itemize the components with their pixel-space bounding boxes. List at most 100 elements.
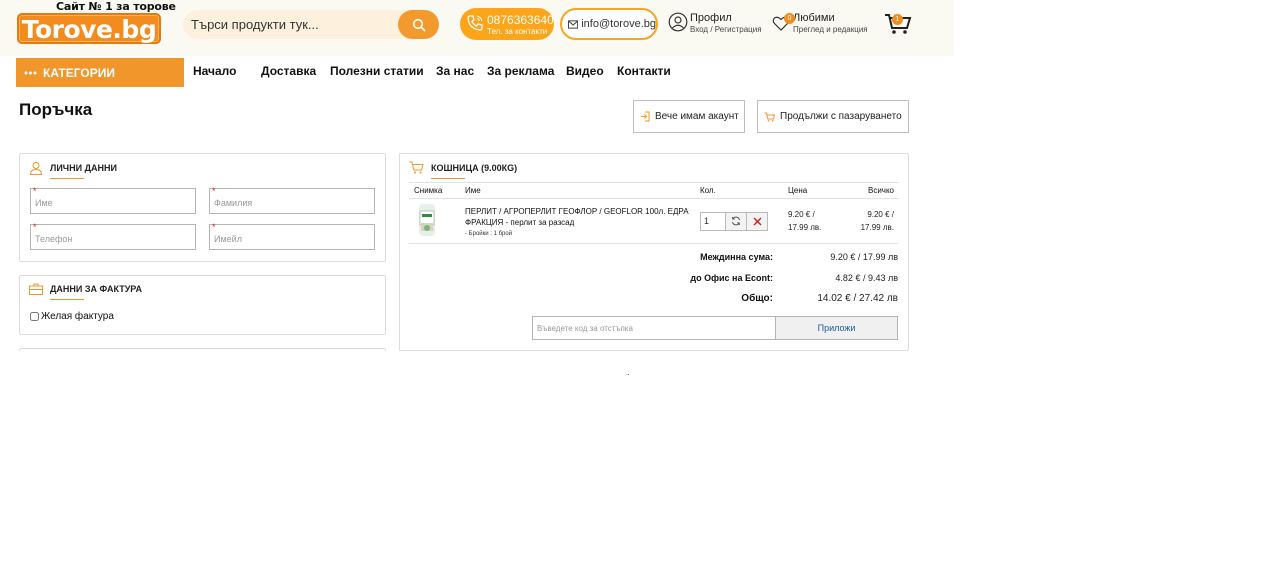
subtotal-row: Междинна сума: 9.20 € / 17.99 лв xyxy=(573,252,898,262)
profile-link[interactable]: Профил Вход / Регистрация xyxy=(668,12,762,40)
coupon-form: Приложи xyxy=(532,316,898,340)
mail-icon xyxy=(568,19,579,29)
nav-link-articles[interactable]: Полезни статии xyxy=(330,64,424,78)
price-line-2: 17.99 лв. xyxy=(788,223,822,232)
quantity-input[interactable] xyxy=(700,211,726,231)
categories-button[interactable]: КАТЕГОРИИ xyxy=(16,58,184,87)
nav-link-ads[interactable]: За реклама xyxy=(487,64,554,78)
cart-table: Снимка Име Кол. Цена Всичко ПЕРЛИТ / АГР… xyxy=(409,182,899,244)
cart-header: КОШНИЦА (9.00КG) xyxy=(409,161,518,179)
phone-input[interactable] xyxy=(31,225,195,249)
invoice-title: ДАННИ ЗА ФАКТУРА xyxy=(50,284,142,300)
first-name-input[interactable] xyxy=(31,189,195,213)
site-logo[interactable]: Сайт № 1 за торове Torove.bg xyxy=(16,0,176,46)
product-image-cell xyxy=(409,198,460,244)
shipping-row: до Офис на Econt: 4.82 € / 9.43 лв xyxy=(573,273,898,283)
profile-subtitle: Вход / Регистрация xyxy=(690,25,762,34)
checkout-page: Сайт № 1 за торове Torove.bg 0876363640 … xyxy=(0,0,1270,578)
cart-outline-icon xyxy=(409,161,424,174)
invoice-header: ДАННИ ЗА ФАКТУРА xyxy=(29,283,142,300)
invoice-checkbox-row[interactable]: Желая фактура xyxy=(30,311,114,322)
email-contact[interactable]: info@torove.bg xyxy=(560,8,658,40)
phone-number: 0876363640 xyxy=(487,13,554,27)
subtotal-value: 9.20 € / 17.99 лв xyxy=(830,252,898,262)
coupon-input[interactable] xyxy=(533,317,775,339)
phone-icon xyxy=(467,15,483,31)
close-icon xyxy=(753,217,761,225)
nav-link-home[interactable]: Начало xyxy=(193,64,236,78)
search-icon xyxy=(412,18,425,31)
user-icon xyxy=(668,12,688,32)
cart-table-header: Снимка Име Кол. Цена Всичко xyxy=(409,182,899,199)
cart-count-badge: 1 xyxy=(892,14,903,25)
footer-dot: . xyxy=(627,367,630,377)
price-cell: 9.20 € / 17.99 лв. xyxy=(783,198,838,244)
phone-contact[interactable]: 0876363640 Тел. за контакти xyxy=(460,8,554,40)
last-name-input[interactable] xyxy=(210,189,374,213)
remove-item-button[interactable] xyxy=(747,211,768,231)
search-bar xyxy=(183,10,439,39)
email-input[interactable] xyxy=(210,225,374,249)
invoice-panel: ДАННИ ЗА ФАКТУРА Желая фактура xyxy=(19,275,386,335)
product-image[interactable] xyxy=(414,203,440,237)
email-field[interactable]: * xyxy=(209,222,375,250)
login-button-label: Вече имам акаунт xyxy=(655,111,739,122)
required-mark: * xyxy=(212,186,216,196)
login-button[interactable]: Вече имам акаунт xyxy=(633,100,745,133)
favorites-count-badge: 0 xyxy=(784,13,795,24)
search-input[interactable] xyxy=(183,10,398,39)
total-line-1: 9.20 € / xyxy=(867,210,894,219)
shipping-label: до Офис на Econt: xyxy=(690,273,773,283)
quantity-stepper xyxy=(700,211,778,231)
personal-data-header: ЛИЧНИ ДАННИ xyxy=(29,161,117,179)
briefcase-icon xyxy=(29,283,43,295)
favorites-label: Любими xyxy=(793,12,835,24)
col-name: Име xyxy=(460,182,695,199)
first-name-field[interactable]: * xyxy=(30,186,196,214)
logo-text: Torove.bg xyxy=(21,15,157,44)
invoice-checkbox-label: Желая фактура xyxy=(41,311,114,322)
product-info-cell: ПЕРЛИТ / АГРОПЕРЛИТ ГЕОФЛОР / GEOFLOR 10… xyxy=(460,198,695,244)
product-name[interactable]: ПЕРЛИТ / АГРОПЕРЛИТ ГЕОФЛОР / GEOFLOR 10… xyxy=(465,206,690,228)
total-row: Общо: 14.02 € / 27.42 лв xyxy=(573,293,898,304)
phone-field[interactable]: * xyxy=(30,222,196,250)
total-label: Общо: xyxy=(741,293,773,304)
invoice-checkbox[interactable] xyxy=(30,312,39,321)
phone-subtitle: Тел. за контакти xyxy=(487,27,548,36)
user-outline-icon xyxy=(29,162,43,175)
nav-link-about[interactable]: За нас xyxy=(436,64,474,78)
col-photo: Снимка xyxy=(409,182,460,199)
favorites-subtitle: Преглед и редакция xyxy=(793,25,868,34)
required-mark: * xyxy=(33,186,37,196)
total-value: 14.02 € / 27.42 лв xyxy=(817,293,898,304)
nav-link-delivery[interactable]: Доставка xyxy=(261,64,316,78)
quantity-cell xyxy=(695,198,783,244)
profile-label: Профил xyxy=(690,12,732,24)
cart-link[interactable]: 1 xyxy=(884,12,912,40)
email-text: info@torove.bg xyxy=(581,18,656,30)
personal-data-panel: ЛИЧНИ ДАННИ * * * * xyxy=(19,153,386,262)
col-price: Цена xyxy=(783,182,838,199)
total-line-2: 17.99 лв. xyxy=(860,223,894,232)
continue-shopping-button[interactable]: Продължи с пазаруването xyxy=(757,100,909,133)
refresh-quantity-button[interactable] xyxy=(726,211,747,231)
cart-title: КОШНИЦА (9.00КG) xyxy=(431,162,518,179)
login-icon xyxy=(641,111,650,122)
categories-label: КАТЕГОРИИ xyxy=(43,65,115,80)
favorites-link[interactable]: 0 Любими Преглед и редакция xyxy=(771,12,868,40)
page-title: Поръчка xyxy=(19,100,93,119)
last-name-field[interactable]: * xyxy=(209,186,375,214)
cart-small-icon xyxy=(764,112,775,122)
continue-shopping-label: Продължи с пазаруването xyxy=(780,111,902,122)
logo-tagline: Сайт № 1 за торове xyxy=(56,0,176,13)
search-button[interactable] xyxy=(398,10,439,39)
col-total: Всичко xyxy=(838,182,899,199)
cart-row: ПЕРЛИТ / АГРОПЕРЛИТ ГЕОФЛОР / GEOFLOR 10… xyxy=(409,198,899,244)
required-mark: * xyxy=(212,222,216,232)
product-meta: - Бройки : 1 брой xyxy=(465,230,513,237)
page-cutoff xyxy=(0,351,954,578)
nav-link-contacts[interactable]: Контакти xyxy=(617,64,671,78)
nav-link-video[interactable]: Видео xyxy=(566,64,604,78)
price-line-1: 9.20 € / xyxy=(788,210,815,219)
apply-coupon-button[interactable]: Приложи xyxy=(775,317,897,339)
